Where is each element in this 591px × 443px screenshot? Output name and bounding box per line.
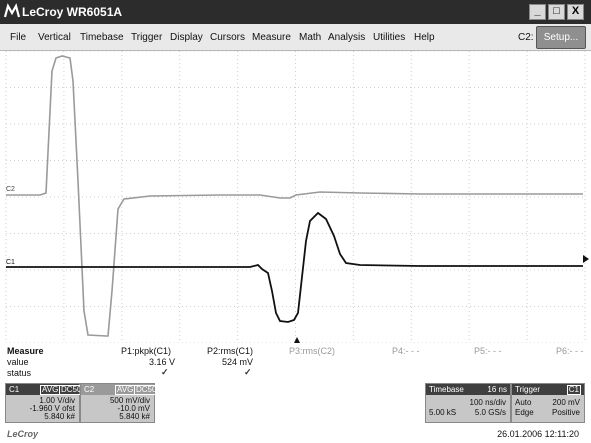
maximize-button[interactable]: □: [548, 4, 565, 20]
menu-file[interactable]: File: [10, 32, 26, 43]
c2-label: C2: [84, 385, 95, 394]
c2-channel-marker: C2: [6, 186, 15, 193]
info-bar: C1 AVG DC50 1.00 V/div -1.960 V ofst 5.8…: [0, 381, 591, 425]
menu-analysis[interactable]: Analysis: [328, 32, 365, 43]
graticule: [5, 50, 586, 344]
menu-help[interactable]: Help: [414, 32, 435, 43]
menu-math[interactable]: Math: [299, 32, 321, 43]
waveform-display[interactable]: C2 C1: [0, 50, 591, 344]
c1-descriptor-box[interactable]: C1 AVG DC50 1.00 V/div -1.960 V ofst 5.8…: [5, 383, 84, 423]
c1-label: C1: [9, 385, 20, 394]
menu-trigger[interactable]: Trigger: [131, 32, 162, 43]
timebase-label: Timebase: [429, 385, 464, 394]
trigger-level: 200 mV: [552, 398, 580, 407]
p1-value: 3.16 V: [149, 357, 176, 367]
trigger-label: Trigger: [515, 385, 541, 394]
trigger-source: C1: [566, 385, 581, 395]
timebase-delay: 16 ns: [487, 385, 507, 394]
timebase-tdiv: 100 ns/div: [469, 398, 506, 407]
p2-value: 524 mV: [222, 357, 254, 367]
c2-descriptor-box[interactable]: C2 AVG DC50 500 mV/div -10.0 mV 5.840 k#: [80, 383, 159, 423]
trigger-level-marker[interactable]: [583, 255, 589, 263]
timestamp: 26.01.2006 12:11:20: [497, 429, 579, 439]
p2-name[interactable]: P2:rms(C1): [207, 346, 253, 356]
timebase-header: Timebase 16 ns: [426, 384, 510, 395]
menu-utilities[interactable]: Utilities: [373, 32, 405, 43]
p1-status: ✓: [161, 367, 169, 377]
value-row-label: value: [7, 357, 29, 367]
c2-descriptor-header: C2 AVG DC50: [81, 384, 159, 395]
menu-measure[interactable]: Measure: [252, 32, 291, 43]
minimize-button[interactable]: _: [529, 4, 546, 20]
c1-channel-marker: C1: [6, 259, 15, 266]
oscilloscope-window: LeCroy WR6051A _ □ X File Vertical Timeb…: [0, 0, 591, 443]
measure-panel: Measure value status P1:pkpk(C1) 3.16 V …: [0, 343, 591, 381]
p2-status: ✓: [244, 367, 252, 377]
c1-descriptor-header: C1 AVG DC50: [6, 384, 84, 395]
timebase-rate: 5.0 GS/s: [474, 408, 506, 417]
title-bar: LeCroy WR6051A _ □ X: [0, 0, 591, 24]
c2-avg-tag: AVG: [115, 385, 136, 395]
p3-name[interactable]: P3:rms(C2): [289, 346, 335, 356]
p6-name[interactable]: P6:- - -: [556, 346, 584, 356]
p4-name[interactable]: P4:- - -: [392, 346, 420, 356]
status-footer: LeCroy 26.01.2006 12:11:20: [0, 425, 591, 443]
timebase-descriptor-box[interactable]: Timebase 16 ns 100 ns/div 5.00 kS 5.0 GS…: [425, 383, 511, 423]
menu-timebase[interactable]: Timebase: [80, 32, 124, 43]
menu-cursors[interactable]: Cursors: [210, 32, 245, 43]
setup-button[interactable]: Setup...: [536, 26, 586, 49]
c1-trace: [6, 211, 583, 323]
p5-name[interactable]: P5:- - -: [474, 346, 502, 356]
timebase-samples: 5.00 kS: [429, 408, 457, 417]
trigger-descriptor-box[interactable]: Trigger C1 Auto 200 mV Edge Positive: [511, 383, 585, 423]
measure-title: Measure: [7, 346, 44, 356]
p1-name[interactable]: P1:pkpk(C1): [121, 346, 171, 356]
c1-avg-tag: AVG: [40, 385, 61, 395]
menu-bar: File Vertical Timebase Trigger Display C…: [0, 24, 591, 51]
brand-logo: LeCroy: [7, 429, 39, 439]
close-button[interactable]: X: [567, 4, 584, 20]
waveform-grid: C2 C1: [5, 50, 589, 344]
channel-setup-label: C2:: [518, 32, 534, 43]
menu-display[interactable]: Display: [170, 32, 203, 43]
window-title: LeCroy WR6051A: [22, 5, 123, 19]
menu-vertical[interactable]: Vertical: [38, 32, 71, 43]
lecroy-logo-icon: [4, 3, 20, 18]
status-row-label: status: [7, 368, 32, 378]
c1-count: 5.840 k#: [44, 412, 75, 421]
c2-count: 5.840 k#: [119, 412, 150, 421]
c2-trace: [6, 55, 583, 337]
c2-coupling-tag: DC50: [134, 385, 159, 395]
trigger-slope: Positive: [551, 408, 580, 417]
trigger-type: Edge: [515, 408, 534, 417]
trigger-mode: Auto: [515, 398, 532, 407]
trigger-header: Trigger C1: [512, 384, 584, 395]
